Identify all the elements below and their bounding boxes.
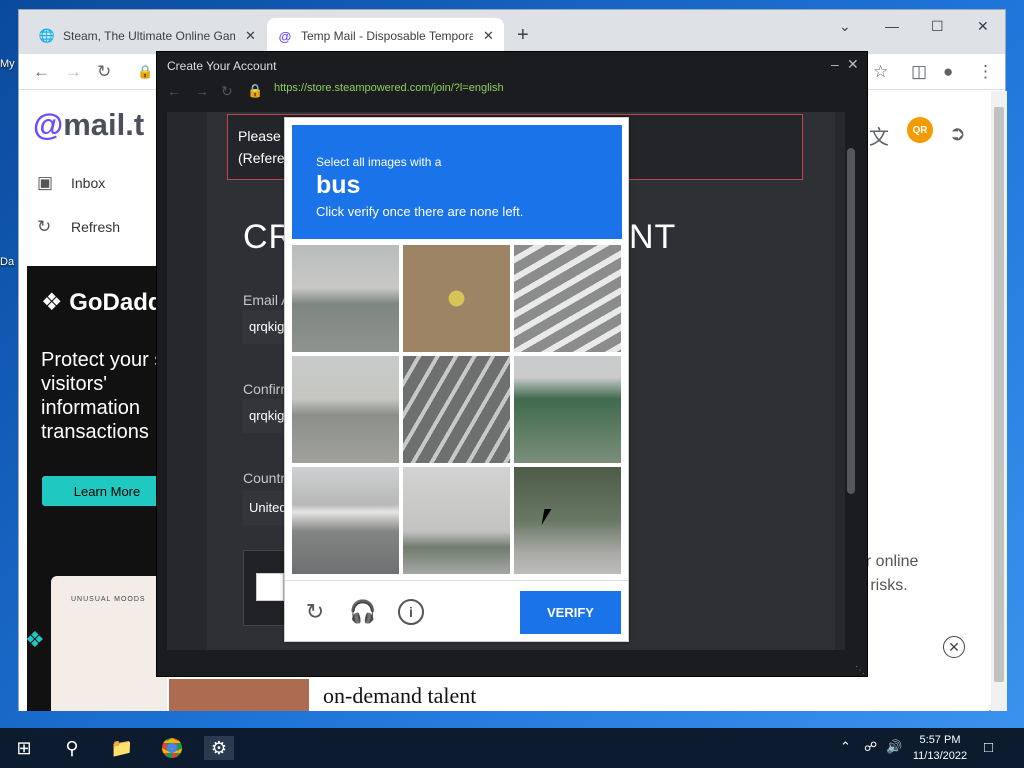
forward-icon[interactable]: → bbox=[195, 83, 209, 99]
qr-button[interactable]: QR bbox=[907, 117, 933, 143]
tab-title: Temp Mail - Disposable Tempora bbox=[301, 29, 473, 43]
challenge-footer: ↻ 🎧 i VERIFY bbox=[285, 580, 628, 642]
challenge-tile[interactable] bbox=[292, 245, 399, 352]
tab-tempmail[interactable]: @ Temp Mail - Disposable Tempora ✕ bbox=[267, 18, 504, 54]
logout-icon[interactable]: ➲ bbox=[949, 121, 966, 146]
refresh-icon: ↻ bbox=[37, 217, 52, 236]
steam-scrollbar[interactable] bbox=[845, 112, 859, 650]
ad-text: Protect your site visitors' information … bbox=[41, 349, 167, 443]
reload-icon[interactable]: ↻ bbox=[97, 62, 111, 82]
ad-card-label: UNUSUAL MOODS bbox=[71, 596, 146, 603]
lock-icon: 🔒 bbox=[137, 64, 154, 79]
new-tab-button[interactable]: + bbox=[517, 24, 529, 47]
recaptcha-challenge: Select all images with a bus Click verif… bbox=[284, 117, 629, 642]
reload-icon[interactable]: ↻ bbox=[221, 83, 233, 100]
challenge-target: bus bbox=[316, 171, 361, 199]
minimize-icon[interactable]: – bbox=[831, 56, 839, 72]
learn-more-button[interactable]: Learn More bbox=[42, 476, 167, 506]
close-icon[interactable]: ✕ bbox=[847, 56, 859, 73]
resize-grip-icon[interactable]: ⋱ bbox=[855, 665, 865, 676]
desktop-icon-label[interactable]: My bbox=[0, 58, 15, 70]
notification-icon[interactable]: □ bbox=[984, 739, 993, 756]
recaptcha-checkbox[interactable] bbox=[256, 573, 284, 601]
chevron-down-icon[interactable]: ⌄ bbox=[839, 18, 851, 35]
ad-headline: on-demand talent bbox=[323, 683, 477, 708]
clock-date: 11/13/2022 bbox=[912, 750, 968, 762]
godaddy-logo: ❖ GoDadd bbox=[41, 289, 163, 316]
challenge-tile[interactable] bbox=[514, 467, 621, 574]
page-scrollbar[interactable] bbox=[991, 91, 1007, 711]
profile-icon[interactable]: ● bbox=[943, 62, 953, 82]
challenge-tile[interactable] bbox=[403, 245, 510, 352]
volume-icon[interactable]: 🔊 bbox=[886, 739, 902, 755]
url-text[interactable]: https://store.steampowered.com/join/?l=e… bbox=[274, 82, 504, 94]
verify-button[interactable]: VERIFY bbox=[520, 591, 621, 634]
challenge-tile[interactable] bbox=[514, 245, 621, 352]
lock-icon: 🔒 bbox=[247, 83, 264, 98]
challenge-header: Select all images with a bus Click verif… bbox=[292, 125, 622, 239]
sidebar-item-refresh[interactable]: ↻ Refresh bbox=[37, 217, 120, 237]
leaf-icon: ❖ bbox=[25, 627, 45, 652]
globe-icon: 🌐 bbox=[38, 28, 56, 43]
sidebar-item-label: Inbox bbox=[71, 175, 106, 191]
forward-icon[interactable]: → bbox=[65, 62, 82, 82]
maximize-icon[interactable]: ☐ bbox=[931, 18, 944, 35]
sidepanel-icon[interactable]: ◫ bbox=[911, 62, 927, 82]
search-icon[interactable]: ⚲ bbox=[60, 736, 84, 760]
minimize-icon[interactable]: — bbox=[885, 18, 899, 34]
steam-nav-bar: ← → ↻ 🔒 bbox=[157, 78, 867, 104]
translate-icon[interactable]: 文 bbox=[869, 121, 889, 150]
page-title-end: NT bbox=[629, 218, 677, 256]
taskbar-clock[interactable]: 5:57 PM 11/13/2022 bbox=[906, 732, 974, 764]
ad-photo bbox=[169, 679, 309, 711]
steam-icon[interactable]: ⚙ bbox=[204, 736, 234, 760]
file-explorer-icon[interactable]: 📁 bbox=[110, 736, 134, 760]
chrome-icon[interactable] bbox=[160, 736, 184, 760]
scrollbar-thumb[interactable] bbox=[847, 148, 855, 494]
challenge-subtext: Click verify once there are none left. bbox=[316, 204, 524, 219]
tab-title: Steam, The Ultimate Online Gam bbox=[63, 29, 235, 43]
window-title: Create Your Account bbox=[167, 59, 277, 73]
challenge-tile[interactable] bbox=[403, 356, 510, 463]
godaddy-ad[interactable]: ❖ GoDadd Protect your site visitors' inf… bbox=[27, 266, 167, 711]
desktop-icon-label[interactable]: Da bbox=[0, 256, 14, 268]
scrollbar-thumb[interactable] bbox=[994, 107, 1004, 682]
at-icon: @ bbox=[278, 28, 292, 44]
clock-time: 5:57 PM bbox=[919, 734, 961, 746]
close-icon[interactable]: ✕ bbox=[977, 18, 989, 35]
windows-start-icon[interactable]: ⊞ bbox=[12, 736, 36, 760]
close-icon[interactable]: ✕ bbox=[483, 28, 494, 44]
chevron-up-icon[interactable]: ⌃ bbox=[840, 739, 851, 755]
mailtm-logo[interactable]: @mail.t bbox=[33, 107, 144, 143]
info-icon[interactable]: i bbox=[398, 599, 424, 625]
taskbar: ⊞ ⚲ 📁 ⚙ ⌃ ☍ 🔊 5:57 PM 11/13/2022 □ bbox=[0, 728, 1024, 768]
challenge-tile[interactable] bbox=[403, 467, 510, 574]
sidebar-item-inbox[interactable]: ▣ Inbox bbox=[37, 173, 105, 193]
tab-bar: 🌐 Steam, The Ultimate Online Gam ✕ @ Tem… bbox=[19, 10, 1005, 54]
back-icon[interactable]: ← bbox=[167, 83, 181, 99]
challenge-tile[interactable] bbox=[514, 356, 621, 463]
challenge-grid bbox=[292, 245, 622, 575]
close-ad-icon[interactable]: ✕ bbox=[943, 636, 965, 658]
inbox-icon: ▣ bbox=[37, 173, 54, 192]
challenge-tile[interactable] bbox=[292, 467, 399, 574]
close-icon[interactable]: ✕ bbox=[245, 28, 256, 44]
reload-icon[interactable]: ↻ bbox=[302, 599, 328, 625]
back-icon[interactable]: ← bbox=[33, 62, 50, 82]
star-icon[interactable]: ☆ bbox=[873, 62, 888, 82]
network-icon[interactable]: ☍ bbox=[864, 739, 877, 755]
challenge-tile[interactable] bbox=[292, 356, 399, 463]
sidebar-item-label: Refresh bbox=[71, 219, 121, 235]
tab-steam[interactable]: 🌐 Steam, The Ultimate Online Gam ✕ bbox=[29, 18, 266, 54]
challenge-instruction: Select all images with a bbox=[316, 155, 442, 169]
menu-icon[interactable]: ⋮ bbox=[977, 62, 994, 82]
headphones-icon[interactable]: 🎧 bbox=[349, 599, 376, 625]
